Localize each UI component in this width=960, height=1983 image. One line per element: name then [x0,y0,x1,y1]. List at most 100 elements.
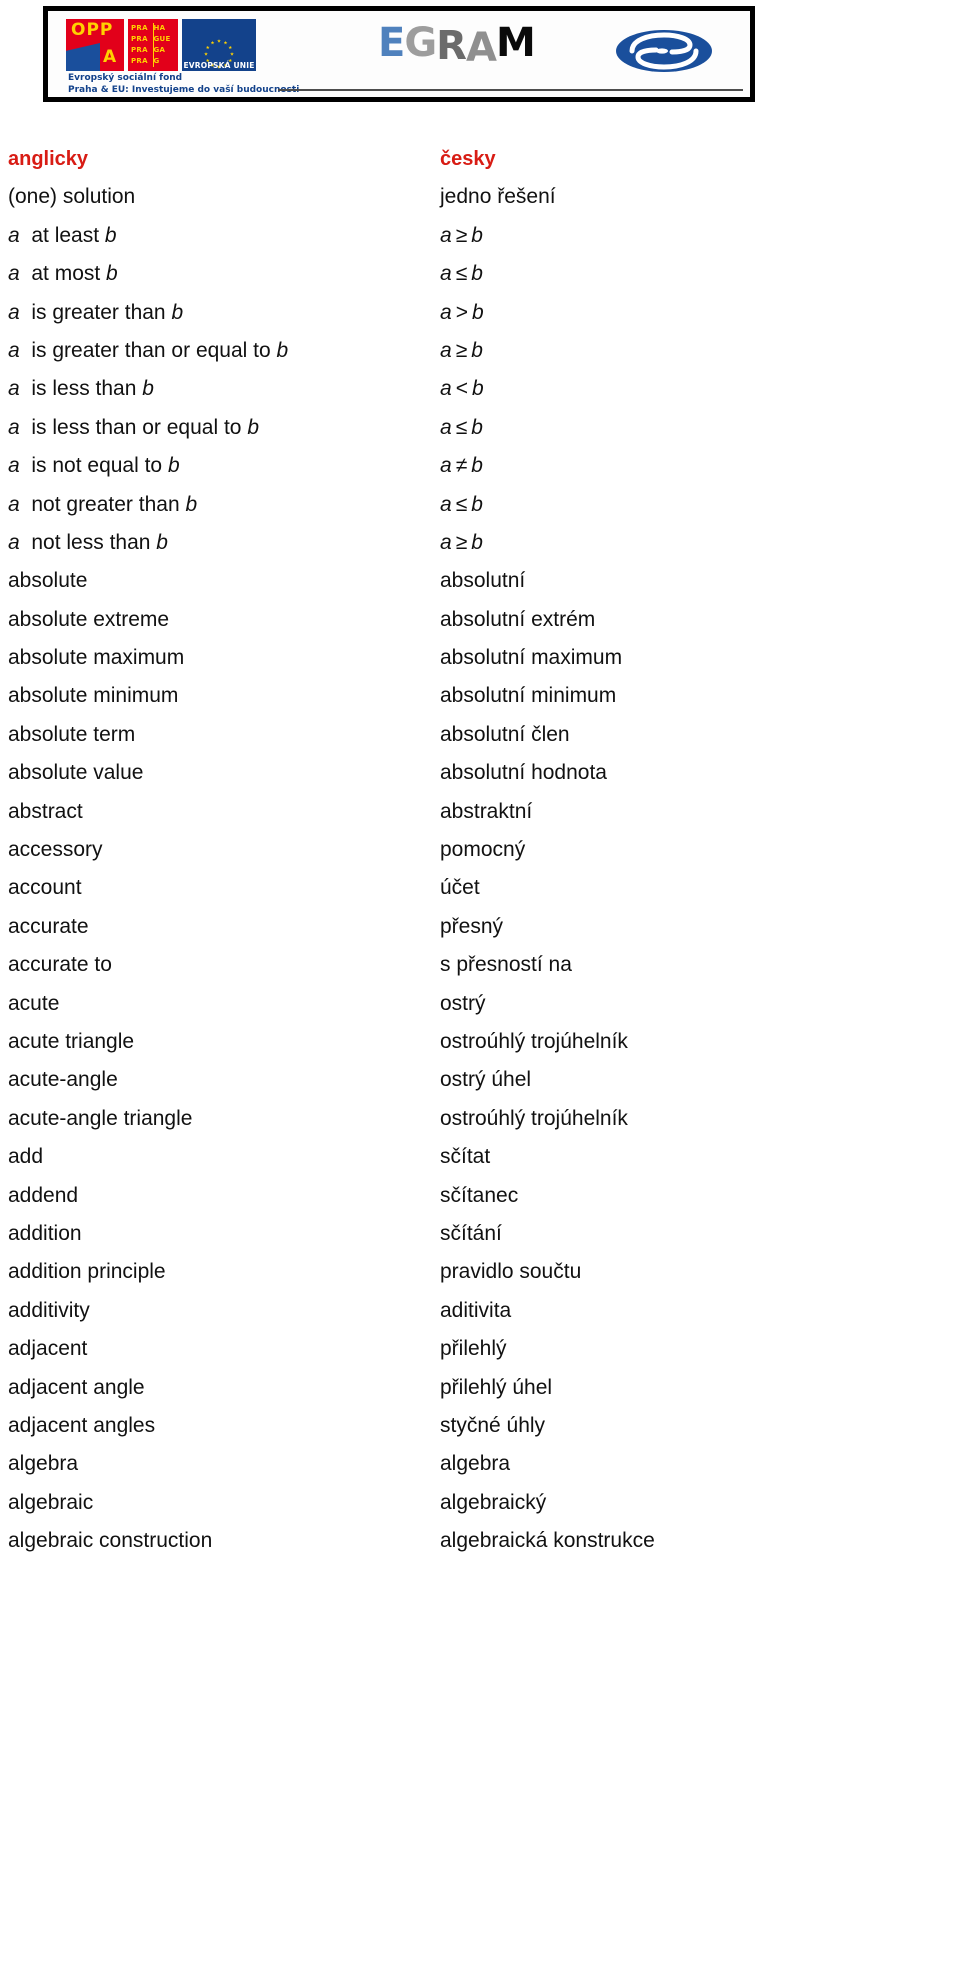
glossary-row: adjacent přilehlý [0,1330,960,1368]
glossary-term-english: acute-angle triangle [8,1106,193,1130]
eu-star-2 [228,45,233,50]
glossary-row: absolute extreme absolutní extrém [0,601,960,639]
glossary-row: absolute value absolutní hodnota [0,754,960,792]
glossary-row: accurate přesný [0,908,960,946]
glossary-term-english: adjacent [8,1337,88,1361]
glossary-term-czech: sčítání [440,1221,502,1245]
glossary-term-english: account [8,876,82,900]
glossary-term-english: algebraic [8,1490,94,1514]
glossary-term-english: accessory [8,838,103,862]
glossary-term-english: adjacent angle [8,1375,145,1399]
egram-wordmark: EGRAM [378,20,536,68]
glossary-row: a is greater than b a > b [0,294,960,332]
glossary-term-czech: účet [440,876,480,900]
glossary-table: anglicky česky (one) solution jedno řešen… [0,140,960,1560]
glossary-term-czech: absolutní maximum [440,646,623,670]
esf-caption-line1: Evropský sociální fond [68,73,183,83]
praha-divider [153,23,154,67]
glossary-term-czech: a ≥ b [440,223,484,247]
glossary-term-czech: a > b [440,300,485,324]
glossary-term-english: absolute maximum [8,646,185,670]
banner-inner: OPP A PRA PRA PRA PRA HA GUE GA G EVROPS… [48,11,750,97]
glossary-term-english: absolute extreme [8,607,170,631]
glossary-row: acute triangle ostroúhlý trojúhelník [0,1023,960,1061]
eu-star-10 [205,45,210,50]
glossary-term-english: absolute term [8,722,136,746]
glossary-term-czech: algebraická konstrukce [440,1529,655,1553]
praha-left-1: PRA [131,35,148,43]
glossary-term-czech: jedno řešení [440,185,556,209]
glossary-term-czech: algebraický [440,1490,547,1514]
oppa-opp-text: OPP [71,20,114,40]
glossary-term-english: add [8,1145,44,1169]
glossary-header-row: anglicky česky [0,140,960,178]
praha-right-1: GUE [153,35,171,43]
praha-right-column: HA GUE GA G [154,23,176,67]
glossary-row: a is not equal to b a ≠ b [0,447,960,485]
glossary-term-czech: a ≥ b [440,338,484,362]
funding-logo-cluster: OPP A PRA PRA PRA PRA HA GUE GA G EVROPS… [66,19,256,71]
praha-left-2: PRA [131,46,148,54]
european-union-flag-icon: EVROPSKÁ UNIE [182,19,256,71]
glossary-term-english: a is greater than b [8,300,184,324]
eu-label: EVROPSKÁ UNIE [183,61,255,70]
eu-star-0 [217,39,221,43]
column-header-czech: česky [440,148,496,170]
glossary-term-czech: ostrý [440,991,486,1015]
glossary-term-czech: absolutní hodnota [440,761,607,785]
glossary-term-english: a is greater than or equal to b [8,338,289,362]
glossary-term-english: accurate [8,914,89,938]
glossary-term-czech: absolutní [440,569,526,593]
praha-left-3: PRA [131,57,148,65]
praha-prague-logo-icon: PRA PRA PRA PRA HA GUE GA G [128,19,178,71]
egram-letter-r: R [436,23,467,69]
glossary-row: acute-angle ostrý úhel [0,1061,960,1099]
glossary-term-czech: sčítat [440,1145,491,1169]
glossary-term-czech: přilehlý [440,1337,507,1361]
glossary-row: absolute term absolutní člen [0,716,960,754]
egram-letter-m: M [495,20,536,66]
glossary-term-czech: aditivita [440,1298,512,1322]
glossary-row: addition principle pravidlo součtu [0,1253,960,1291]
glossary-row: (one) solution jedno řešení [0,178,960,216]
glossary-term-czech: přilehlý úhel [440,1375,553,1399]
column-header-english: anglicky [8,148,89,170]
glossary-row: algebraic construction algebraická konstr… [0,1522,960,1560]
glossary-term-czech: ostroúhlý trojúhelník [440,1106,628,1130]
glossary-term-english: acute triangle [8,1029,135,1053]
egram-letter-e: E [378,20,405,66]
glossary-row: add sčítat [0,1138,960,1176]
glossary-term-english: adjacent angles [8,1413,156,1437]
glossary-row: a not greater than b a ≤ b [0,486,960,524]
glossary-row: accurate to s přesností na [0,946,960,984]
glossary-row: absolute minimum absolutní minimum [0,677,960,715]
glossary-term-czech: absolutní extrém [440,607,596,631]
glossary-term-english: addition [8,1221,82,1245]
header-banner: OPP A PRA PRA PRA PRA HA GUE GA G EVROPS… [43,6,755,102]
glossary-term-english: a at least b [8,223,117,247]
glossary-term-czech: a ≥ b [440,530,484,554]
glossary-term-english: addend [8,1183,79,1207]
glossary-term-english: a not greater than b [8,492,198,516]
glossary-row: addition sčítání [0,1215,960,1253]
glossary-term-english: a at most b [8,262,118,286]
glossary-row: adjacent angle přilehlý úhel [0,1369,960,1407]
glossary-term-czech: a ≤ b [440,492,484,516]
glossary-term-czech: a ≤ b [440,415,484,439]
glossary-row: adjacent angles styčné úhly [0,1407,960,1445]
eu-star-1 [223,40,228,45]
glossary-term-czech: a < b [440,377,485,401]
glossary-term-english: a is less than or equal to b [8,415,260,439]
glossary-term-english: algebraic construction [8,1529,213,1553]
glossary-row: acute ostrý [0,985,960,1023]
glossary-term-english: a is not equal to b [8,454,180,478]
glossary-term-english: acute-angle [8,1068,118,1092]
glossary-term-czech: absolutní minimum [440,684,617,708]
glossary-row: a at most b a ≤ b [0,255,960,293]
eu-star-9 [204,52,208,56]
glossary-term-czech: styčné úhly [440,1413,546,1437]
glossary-term-english: absolute value [8,761,144,785]
blue-oval-logo-icon [616,30,712,72]
glossary-term-czech: pomocný [440,838,526,862]
praha-right-3: G [153,57,160,65]
